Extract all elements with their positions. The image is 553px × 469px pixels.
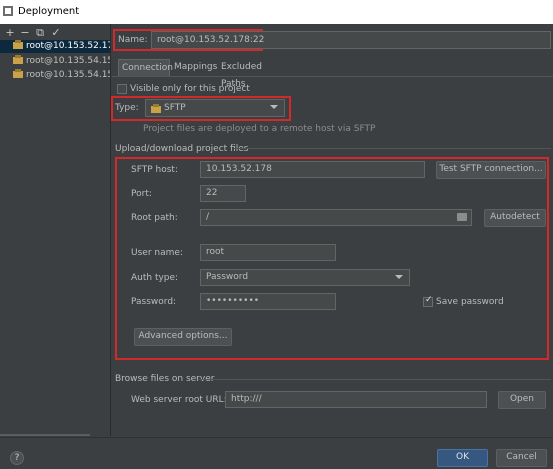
help-button[interactable]: ? [10, 451, 24, 465]
server-icon [13, 55, 23, 64]
type-hint: Project files are deployed to a remote h… [143, 124, 376, 134]
tab-mappings[interactable]: Mappings [171, 59, 217, 77]
test-connection-button[interactable]: Test SFTP connection... [436, 161, 546, 179]
web-root-label: Web server root URL: [131, 395, 227, 405]
app-icon [3, 6, 13, 16]
password-label: Password: [131, 297, 177, 307]
chevron-down-icon [270, 105, 278, 109]
visible-only-label: Visible only for this project [130, 84, 250, 94]
type-label: Type: [115, 103, 139, 113]
open-button[interactable]: Open [498, 391, 546, 409]
sftp-icon [151, 104, 161, 113]
cancel-button[interactable]: Cancel [496, 449, 547, 467]
auth-type-label: Auth type: [131, 273, 179, 283]
section-divider [198, 379, 551, 380]
remove-server-button[interactable]: − [18, 26, 32, 40]
port-input[interactable]: 22 [200, 185, 246, 202]
ok-button[interactable]: OK [437, 449, 488, 467]
port-label: Port: [131, 189, 152, 199]
type-select-value: SFTP [164, 103, 186, 113]
password-input[interactable]: •••••••••• [200, 293, 336, 310]
save-password-checkbox[interactable] [423, 295, 433, 307]
tab-divider [112, 76, 553, 77]
upload-section-title: Upload/download project files [115, 144, 249, 154]
apply-button[interactable]: ✓ [49, 26, 63, 40]
sftp-host-input[interactable]: 10.153.52.178 [200, 161, 425, 178]
tab-excluded-paths[interactable]: Excluded Paths [218, 59, 284, 89]
name-input[interactable]: root@10.153.52.178:22 [151, 31, 551, 49]
server-icon [13, 69, 23, 78]
server-item-label: root@10.135.54.158: [26, 70, 110, 80]
title-bar: Deployment [0, 0, 553, 24]
user-name-input[interactable]: root [200, 244, 336, 261]
folder-icon[interactable] [457, 213, 467, 221]
auth-type-value: Password [206, 272, 249, 282]
server-item-label: root@10.135.54.158: [26, 56, 110, 66]
type-select[interactable]: SFTP [145, 99, 285, 117]
copy-server-button[interactable]: ⧉ [33, 26, 47, 40]
web-root-input[interactable]: http:/// [225, 391, 487, 408]
name-label: Name: [118, 35, 148, 45]
auth-type-select[interactable]: Password [200, 269, 410, 286]
server-item-label: root@10.153.52.178 [26, 41, 110, 51]
advanced-options-button[interactable]: Advanced options... [134, 328, 232, 346]
visible-only-checkbox[interactable] [117, 84, 127, 94]
root-path-value: / [206, 212, 210, 222]
footer-divider [0, 437, 553, 438]
horizontal-scrollbar[interactable] [0, 434, 90, 436]
server-item[interactable]: root@10.135.54.158: [0, 55, 110, 68]
server-list-pane: + − ⧉ ✓ root@10.153.52.178 root@10.135.5… [0, 24, 111, 436]
window-title: Deployment [18, 6, 80, 17]
tab-connection[interactable]: Connection [118, 59, 173, 77]
server-icon [13, 40, 23, 49]
root-path-input[interactable]: / [200, 209, 472, 226]
sftp-host-label: SFTP host: [131, 165, 178, 175]
server-item[interactable]: root@10.135.54.158: [0, 69, 110, 82]
server-item[interactable]: root@10.153.52.178 [0, 40, 110, 53]
chevron-down-icon [395, 275, 403, 279]
add-server-button[interactable]: + [3, 26, 17, 40]
root-path-label: Root path: [131, 213, 178, 223]
save-password-label: Save password [436, 297, 504, 307]
section-divider [234, 148, 551, 149]
user-name-label: User name: [131, 248, 183, 258]
autodetect-button[interactable]: Autodetect [484, 209, 546, 227]
